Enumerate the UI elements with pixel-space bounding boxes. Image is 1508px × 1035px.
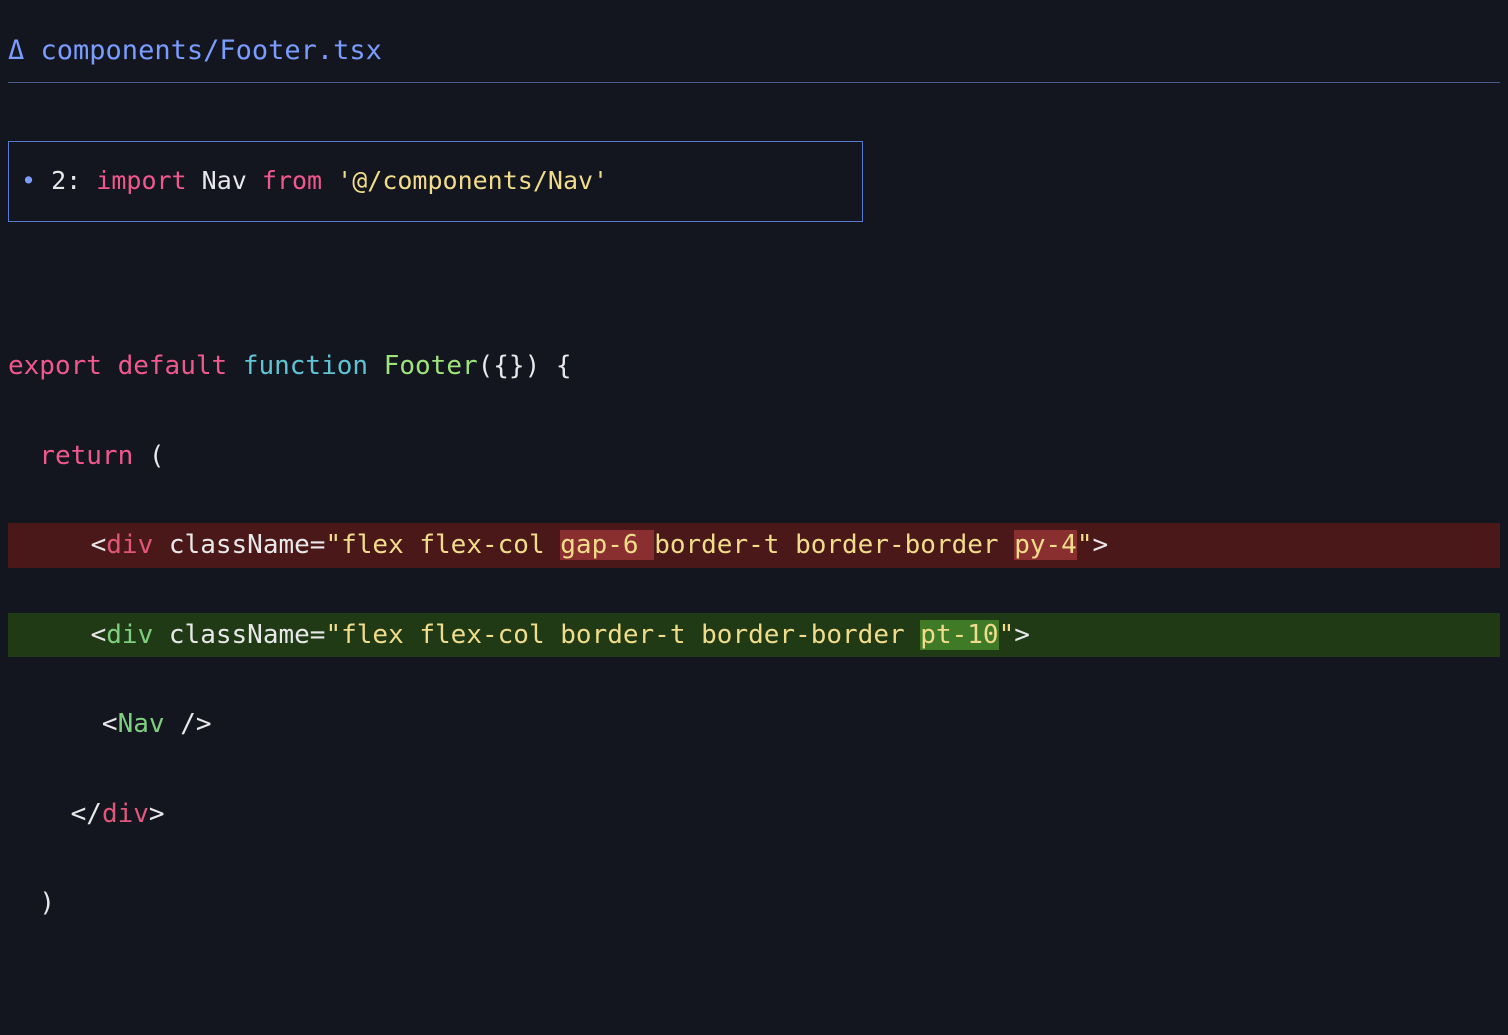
tag-open: < <box>91 530 107 560</box>
str-part: border-t border-border <box>654 530 1014 560</box>
removed-token: py-4 <box>1014 530 1077 560</box>
indent <box>8 888 39 918</box>
tag-open: < <box>102 709 118 739</box>
paren-open: ( <box>133 441 164 471</box>
tag-div: div <box>102 799 149 829</box>
tag-open: < <box>91 620 107 650</box>
kw-default: default <box>118 351 228 381</box>
added-line[interactable]: <div className="flex flex-col border-t b… <box>8 613 1500 658</box>
str-part: flex flex-col border-t border-border <box>341 620 920 650</box>
paren-close: ) <box>39 888 55 918</box>
delta-icon: Δ <box>8 30 24 72</box>
space <box>153 620 169 650</box>
attr-classname: className <box>169 530 310 560</box>
code-line: </div> <box>8 792 1500 837</box>
tag-nav: Nav <box>118 709 165 739</box>
fn-name: Footer <box>384 351 478 381</box>
kw-return: return <box>39 441 133 471</box>
attr-classname: className <box>169 620 310 650</box>
indent <box>8 441 39 471</box>
kw-export: export <box>8 351 102 381</box>
header-divider <box>8 82 1500 83</box>
indent <box>8 799 71 829</box>
kw-function: function <box>243 351 368 381</box>
brace-open: { <box>540 351 571 381</box>
indent <box>8 709 102 739</box>
tag-close: > <box>1014 620 1030 650</box>
identifier-nav: Nav <box>202 166 247 195</box>
quote: " <box>325 530 341 560</box>
hunk-summary[interactable]: • 2: import Nav from '@/components/Nav' <box>8 141 863 222</box>
diff-view: Δ components/Footer.tsx • 2: import Nav … <box>0 0 1508 1035</box>
file-path: components/Footer.tsx <box>41 35 382 66</box>
kw-from: from <box>262 166 322 195</box>
code-line: return ( <box>8 434 1500 479</box>
hunk-line-number: 2: <box>51 166 81 195</box>
equals: = <box>310 530 326 560</box>
code-line: ) <box>8 881 1500 926</box>
indent <box>28 530 91 560</box>
kw-import: import <box>96 166 186 195</box>
indent <box>28 620 91 650</box>
quote: " <box>1077 530 1093 560</box>
tag-close: > <box>1093 530 1109 560</box>
code-line: <Nav /> <box>8 702 1500 747</box>
deleted-line[interactable]: <div className="flex flex-col gap-6 bord… <box>8 523 1500 568</box>
quote: " <box>999 620 1015 650</box>
fn-params: ({}) <box>478 351 541 381</box>
file-header[interactable]: Δ components/Footer.tsx <box>8 30 1500 72</box>
tag-div: div <box>106 530 153 560</box>
code-line: export default function Footer({}) { <box>8 344 1500 389</box>
equals: = <box>310 620 326 650</box>
quote: " <box>325 620 341 650</box>
space <box>153 530 169 560</box>
str-part: flex flex-col <box>341 530 560 560</box>
self-close: /> <box>165 709 212 739</box>
tag-div: div <box>106 620 153 650</box>
removed-token: gap-6 <box>560 530 654 560</box>
module-path: '@/components/Nav' <box>337 166 608 195</box>
added-token: pt-10 <box>920 620 998 650</box>
bullet-icon: • <box>21 166 36 195</box>
code-block: export default function Footer({}) { ret… <box>8 300 1500 1016</box>
close-tag-open: </ <box>71 799 102 829</box>
tag-close: > <box>149 799 165 829</box>
